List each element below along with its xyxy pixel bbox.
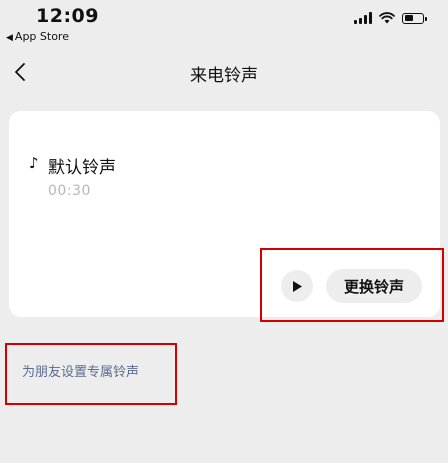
signal-icon	[354, 12, 372, 24]
back-app-label: App Store	[14, 30, 69, 43]
page-title: 来电铃声	[190, 66, 258, 86]
play-button[interactable]	[281, 270, 313, 302]
back-triangle-icon: ◀	[6, 33, 13, 43]
music-note-icon: ♪	[29, 154, 39, 172]
ringtone-duration: 00:30	[48, 183, 91, 199]
ringtone-card: ♪ 默认铃声 00:30 更换铃声	[9, 111, 440, 317]
battery-fill	[404, 15, 414, 21]
set-friend-ringtone-link[interactable]: 为朋友设置专属铃声	[22, 361, 139, 380]
back-to-app-link[interactable]: ◀ App Store	[6, 30, 69, 43]
play-icon	[293, 280, 302, 292]
wifi-icon	[379, 12, 395, 24]
change-ringtone-button[interactable]: 更换铃声	[326, 269, 422, 303]
battery-icon	[402, 12, 427, 24]
status-time: 12:09	[36, 5, 99, 27]
status-icons	[354, 12, 427, 24]
ringtone-name: 默认铃声	[48, 158, 116, 178]
